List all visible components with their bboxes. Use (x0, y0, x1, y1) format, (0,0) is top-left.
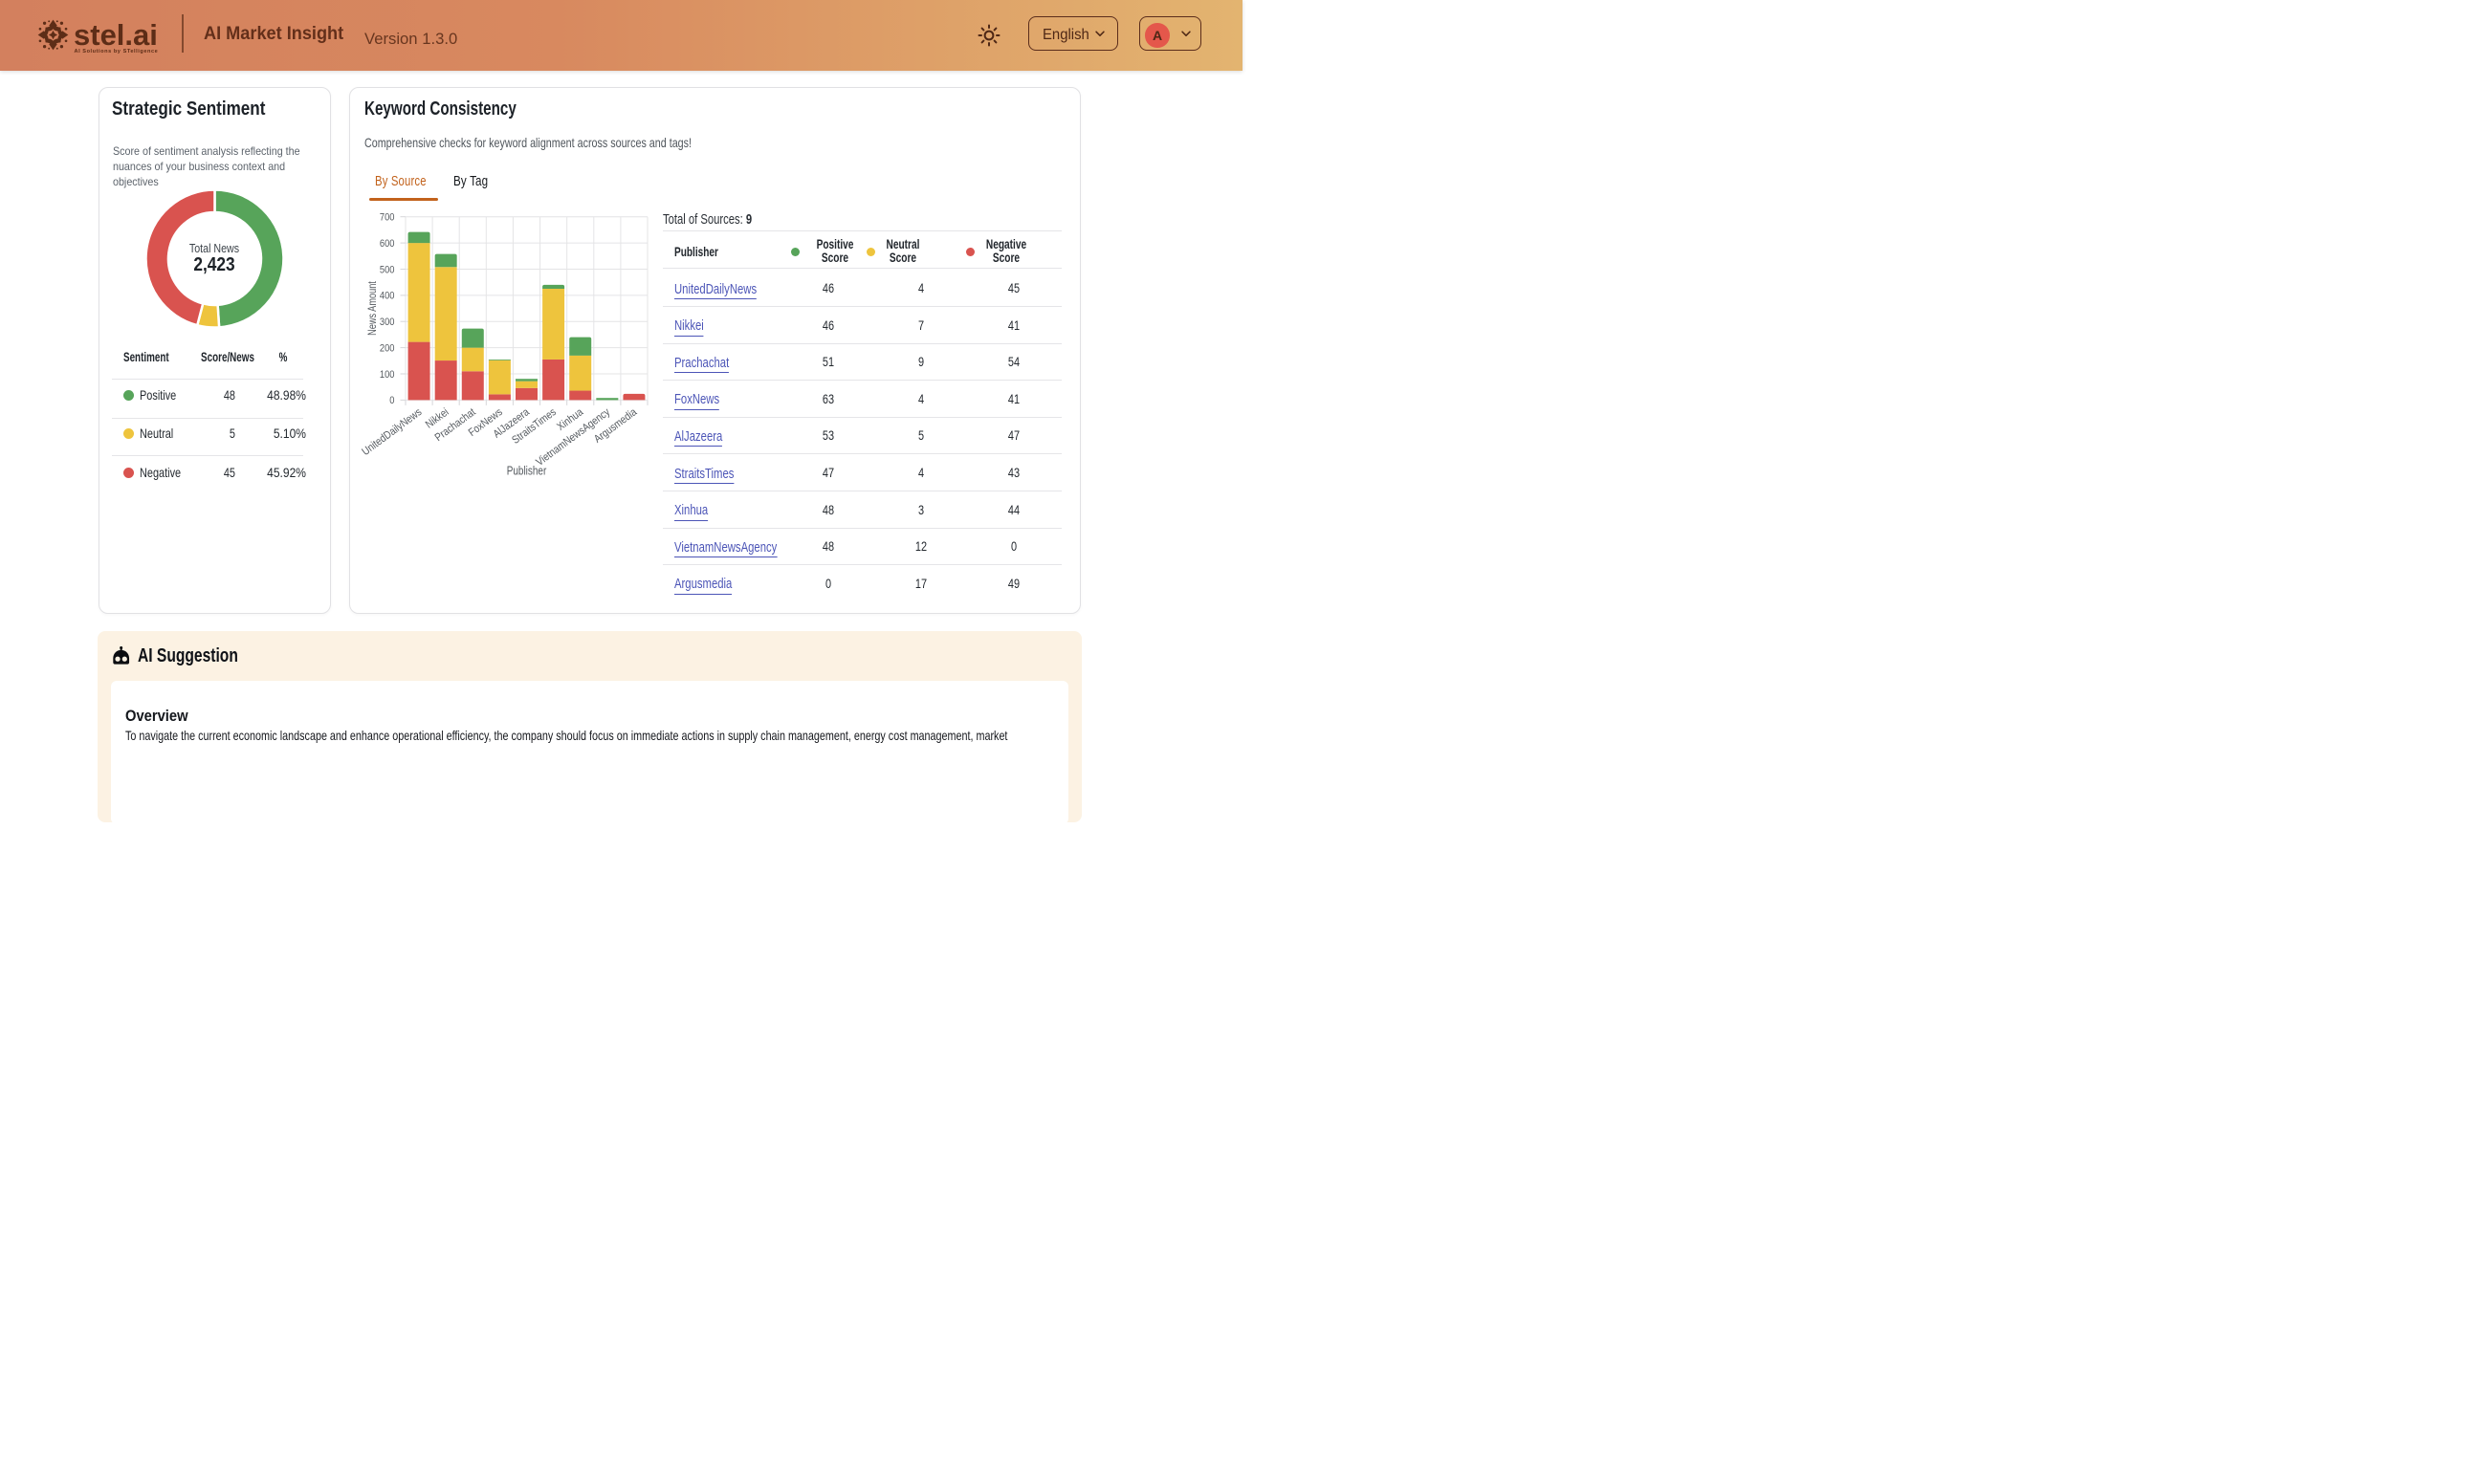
svg-text:700: 700 (380, 212, 395, 224)
svg-text:600: 600 (380, 238, 395, 250)
svg-text:UnitedDailyNews: UnitedDailyNews (360, 406, 424, 459)
svg-text:News Amount: News Amount (367, 281, 379, 336)
svg-text:Publisher: Publisher (507, 466, 547, 478)
svg-text:200: 200 (380, 343, 395, 355)
svg-text:0: 0 (389, 396, 394, 407)
svg-text:500: 500 (380, 265, 395, 276)
svg-text:400: 400 (380, 291, 395, 302)
svg-text:300: 300 (380, 316, 395, 328)
svg-text:100: 100 (380, 369, 395, 381)
